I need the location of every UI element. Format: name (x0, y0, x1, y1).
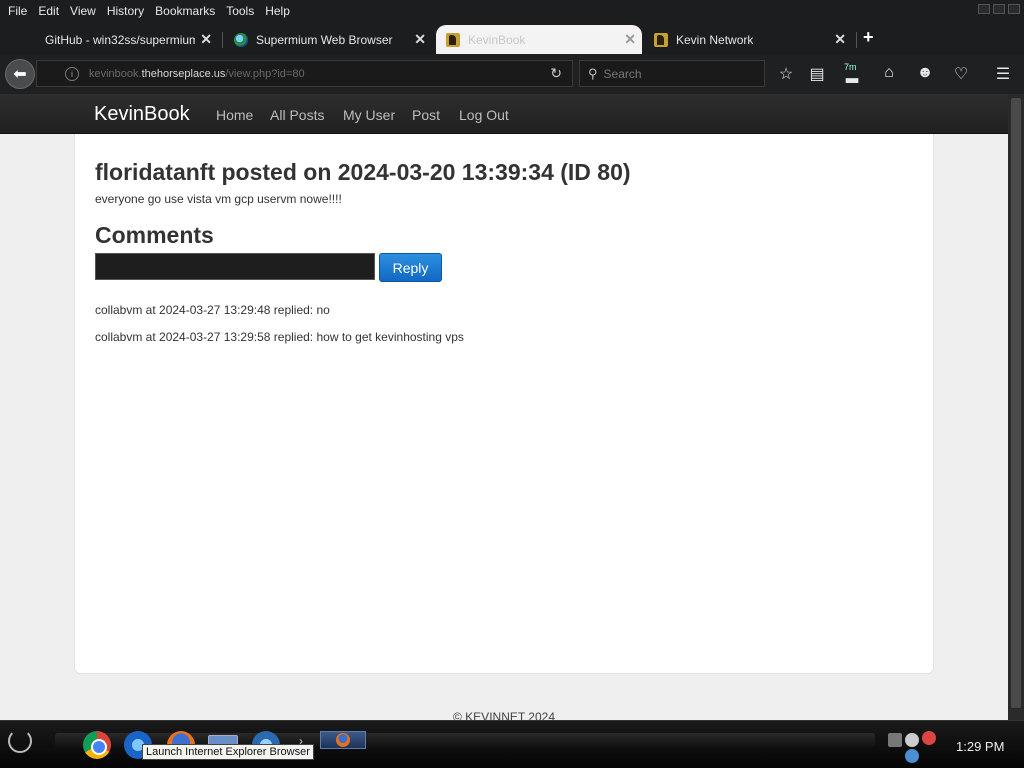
reading-list-icon[interactable]: ▤ (806, 64, 828, 84)
tab-strip: GitHub - win32ss/supermium: ... ✕ Superm… (0, 22, 1024, 54)
url-path: /view.php?id=80 (225, 67, 305, 80)
bookmark-star-icon[interactable]: ☆ (775, 64, 797, 84)
nav-log-out[interactable]: Log Out (459, 107, 509, 123)
maximize-button[interactable] (993, 4, 1005, 14)
reload-icon[interactable]: ↻ (550, 65, 562, 82)
menu-file[interactable]: File (4, 4, 34, 18)
comment-input[interactable] (95, 253, 375, 280)
tooltip: Launch Internet Explorer Browser (142, 744, 314, 760)
minimize-button[interactable] (978, 4, 990, 14)
nav-home[interactable]: Home (216, 107, 253, 123)
horse-icon (446, 32, 460, 47)
tab-title: Kevin Network (676, 32, 754, 47)
back-arrow-icon: ⬅ (13, 66, 27, 83)
nav-post[interactable]: Post (412, 107, 440, 123)
menu-bar: File Edit View History Bookmarks Tools H… (0, 0, 1024, 22)
tab-kevin-network[interactable]: Kevin Network ✕ (646, 25, 852, 54)
post-card: floridatanft posted on 2024-03-20 13:39:… (74, 134, 934, 674)
site-brand[interactable]: KevinBook (94, 103, 190, 126)
alert-tray-icon[interactable] (922, 731, 936, 745)
extension-badge: 7m (844, 62, 857, 72)
site-info-icon[interactable]: i (65, 66, 79, 81)
site-navbar: KevinBook Home All Posts My User Post Lo… (0, 94, 1008, 134)
tab-title: Supermium Web Browser (256, 32, 393, 47)
close-tab-icon[interactable]: ✕ (200, 31, 212, 48)
comments-heading: Comments (95, 222, 214, 248)
nav-my-user[interactable]: My User (343, 107, 395, 123)
menu-bookmarks[interactable]: Bookmarks (151, 4, 222, 18)
hamburger-menu-icon[interactable]: ☰ (992, 64, 1014, 84)
comment-item: collabvm at 2024-03-27 13:29:48 replied:… (95, 303, 330, 317)
horse-icon (654, 32, 668, 47)
address-bar[interactable]: i kevinbook. thehorseplace.us /view.php?… (36, 60, 573, 87)
tab-supermium[interactable]: Supermium Web Browser ✕ (226, 25, 432, 54)
supermium-icon (234, 32, 248, 47)
volume-tray-icon[interactable] (905, 733, 919, 747)
page-scrollbar[interactable] (1008, 94, 1024, 720)
menu-help[interactable]: Help (261, 4, 297, 18)
url-subdomain: kevinbook. (89, 67, 142, 80)
menu-edit[interactable]: Edit (34, 4, 66, 18)
menu-tools[interactable]: Tools (222, 4, 261, 18)
menu-view[interactable]: View (66, 4, 103, 18)
close-tab-icon[interactable]: ✕ (414, 31, 426, 48)
network-tray-icon[interactable] (888, 733, 902, 747)
close-tab-icon[interactable]: ✕ (624, 31, 636, 48)
nav-all-posts[interactable]: All Posts (270, 107, 324, 123)
url-domain: thehorseplace.us (141, 67, 226, 80)
close-window-button[interactable] (1008, 4, 1020, 14)
home-icon[interactable]: ⌂ (878, 64, 900, 82)
post-body: everyone go use vista vm gcp uservm nowe… (95, 192, 342, 206)
tab-title: GitHub - win32ss/supermium: ... (45, 32, 195, 47)
window-controls (978, 4, 1020, 14)
pocket-icon[interactable]: ♡ (950, 64, 972, 84)
comment-item: collabvm at 2024-03-27 13:29:58 replied:… (95, 330, 464, 344)
smiley-icon[interactable]: ☻ (914, 64, 936, 82)
update-tray-icon[interactable] (905, 749, 919, 763)
menu-history[interactable]: History (103, 4, 151, 18)
start-button-icon[interactable] (8, 729, 32, 753)
scrollbar-thumb[interactable] (1011, 98, 1021, 708)
tab-divider (856, 32, 857, 48)
taskbar-clock[interactable]: 1:29 PM (956, 739, 1004, 754)
page-footer: © KEVINNET 2024 (453, 710, 555, 720)
close-tab-icon[interactable]: ✕ (834, 31, 846, 48)
firefox-icon (336, 733, 350, 747)
search-placeholder: Search (603, 66, 642, 81)
navigation-toolbar: ⬅ i kevinbook. thehorseplace.us /view.ph… (0, 54, 1024, 94)
chrome-icon[interactable] (83, 731, 111, 759)
back-button[interactable]: ⬅ (5, 59, 35, 89)
tab-kevinbook[interactable]: KevinBook ✕ (436, 25, 642, 54)
tab-github[interactable]: GitHub - win32ss/supermium: ... ✕ (8, 25, 218, 54)
page-viewport: KevinBook Home All Posts My User Post Lo… (0, 94, 1008, 720)
new-tab-button[interactable]: + (863, 27, 874, 48)
firefox-taskbar-button[interactable] (320, 731, 366, 749)
post-title: floridatanft posted on 2024-03-20 13:39:… (95, 159, 631, 185)
search-icon: ⚲ (588, 65, 598, 81)
tab-title: KevinBook (468, 32, 526, 47)
tab-divider (222, 32, 223, 48)
reply-button[interactable]: Reply (379, 253, 442, 282)
search-bar[interactable]: ⚲ Search (579, 60, 765, 87)
